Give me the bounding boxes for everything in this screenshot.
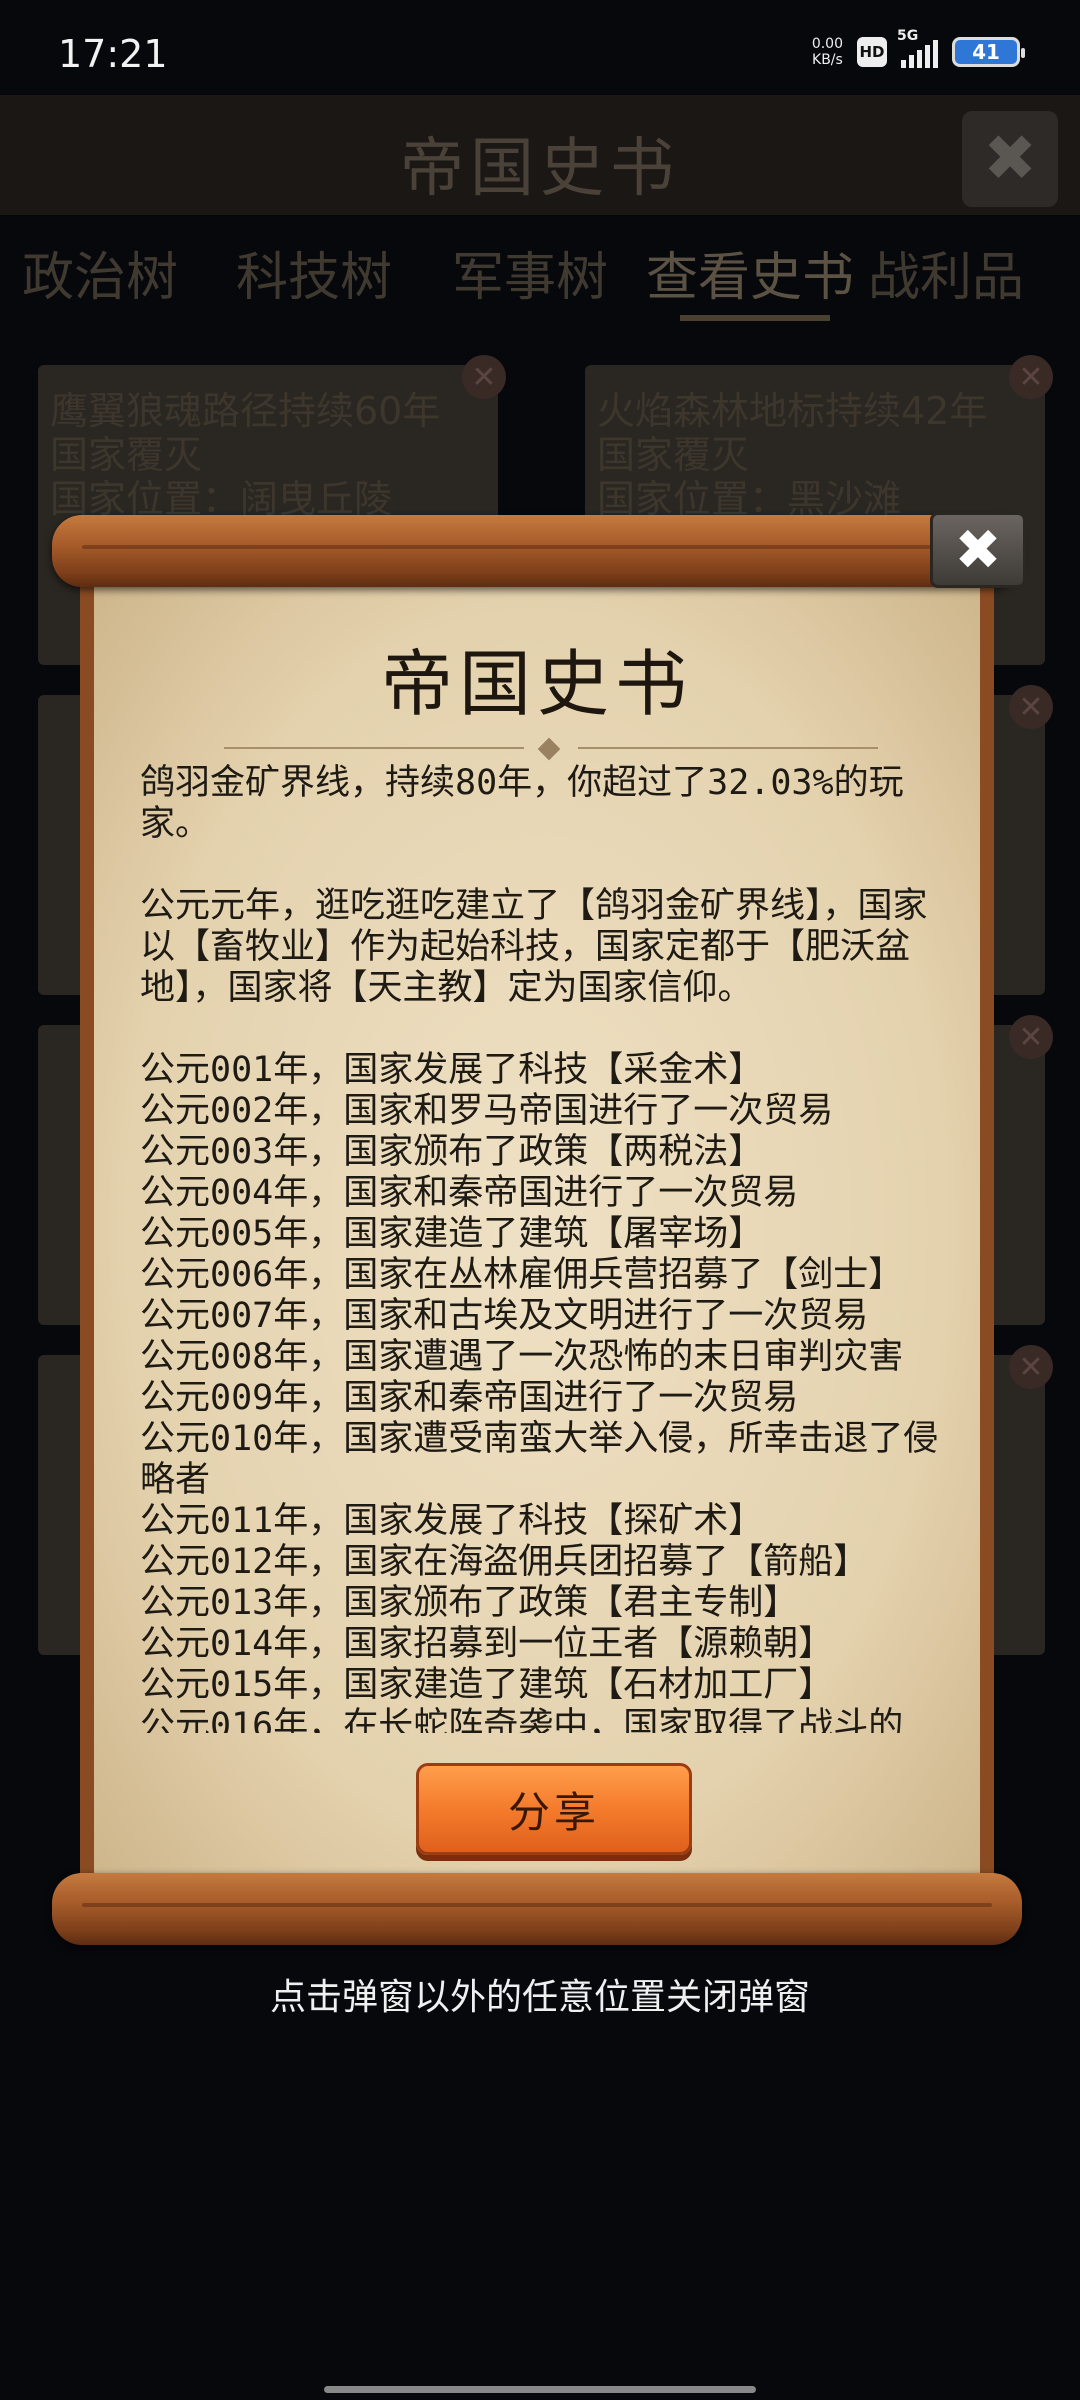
- history-scroll-modal: 帝国史书 鸽羽金矿界线，持续80年，你超过了32.03%的玩家。 公元元年，逛吃…: [52, 515, 1022, 1945]
- status-icons: 0.00 KB/s HD 5G 41: [812, 28, 1025, 68]
- scroll-rod-top: [52, 515, 1022, 587]
- status-bar: 17:21 0.00 KB/s HD 5G 41: [0, 0, 1080, 110]
- card-status: 国家覆灭: [50, 433, 203, 477]
- tab-politics: 政治树: [22, 248, 179, 308]
- history-event: 公元009年，国家和秦帝国进行了一次贸易: [140, 1378, 799, 1418]
- dismiss-hint: 点击弹窗以外的任意位置关闭弹窗: [269, 1977, 810, 2018]
- background-title: 帝国史书: [400, 132, 680, 206]
- history-event: 公元010年，国家遭受南蛮大举入侵，所幸击退了侵略者: [140, 1419, 939, 1500]
- history-event: 公元003年，国家颁布了政策【两税法】: [140, 1132, 764, 1172]
- history-event: 公元011年，国家发展了科技【探矿术】: [140, 1501, 764, 1541]
- tab-technology: 科技树: [236, 248, 393, 308]
- title-divider: [224, 737, 878, 761]
- signal-icon: 5G: [897, 28, 938, 68]
- card-delete-icon: ✕: [462, 355, 506, 399]
- card-title: 火焰森林地标持续42年: [597, 389, 988, 433]
- battery-icon: 41: [952, 37, 1025, 67]
- share-button[interactable]: 分享: [416, 1763, 692, 1855]
- network-type: 5G: [897, 28, 919, 44]
- background-tab-bar: 政治树 科技树 军事树 查看史书 战利品: [0, 235, 1080, 325]
- history-event: 公元012年，国家在海盗佣兵团招募了【箭船】: [140, 1542, 869, 1582]
- history-event: 公元005年，国家建造了建筑【屠宰场】: [140, 1214, 764, 1254]
- history-event: 公元007年，国家和古埃及文明进行了一次贸易: [140, 1296, 869, 1336]
- network-speed-value: 0.00: [811, 36, 843, 52]
- history-event: 公元002年，国家和罗马帝国进行了一次贸易: [140, 1091, 834, 1131]
- history-text[interactable]: 鸽羽金矿界线，持续80年，你超过了32.03%的玩家。 公元元年，逛吃逛吃建立了…: [140, 763, 962, 1733]
- network-speed: 0.00 KB/s: [812, 36, 843, 68]
- hd-icon: HD: [857, 37, 887, 67]
- history-event: 公元006年，国家在丛林雇佣兵营招募了【剑士】: [140, 1255, 904, 1295]
- modal-title: 帝国史书: [380, 642, 693, 726]
- history-intro: 公元元年，逛吃逛吃建立了【鸽羽金矿界线】，国家以【畜牧业】作为起始科技，国家定都…: [140, 886, 928, 1008]
- tab-spoils: 战利品: [868, 248, 1025, 308]
- history-event: 公元001年，国家发展了科技【采金术】: [140, 1050, 764, 1090]
- card-status: 国家覆灭: [597, 433, 750, 477]
- close-icon[interactable]: ✖: [930, 512, 1026, 588]
- history-event: 公元004年，国家和秦帝国进行了一次贸易: [140, 1173, 799, 1213]
- background-close-icon: ✖: [962, 111, 1058, 207]
- history-event: 公元013年，国家颁布了政策【君主专制】: [140, 1583, 799, 1623]
- status-time: 17:21: [58, 32, 168, 76]
- card-title: 鹰翼狼魂路径持续60年: [50, 389, 441, 433]
- network-speed-unit: KB/s: [812, 52, 843, 68]
- history-summary: 鸽羽金矿界线，持续80年，你超过了32.03%的玩家。: [140, 763, 904, 844]
- history-event: 公元016年，在长蛇阵奇袭中，国家取得了战斗的: [140, 1706, 904, 1733]
- home-indicator[interactable]: [324, 2386, 756, 2393]
- history-event: 公元008年，国家遭遇了一次恐怖的末日审判灾害: [140, 1337, 904, 1377]
- tab-military: 军事树: [452, 248, 609, 308]
- active-tab-indicator: [680, 315, 830, 321]
- card-delete-icon: ✕: [1009, 355, 1053, 399]
- scroll-paper: 帝国史书 鸽羽金矿界线，持续80年，你超过了32.03%的玩家。 公元元年，逛吃…: [80, 563, 994, 1893]
- history-event: 公元015年，国家建造了建筑【石材加工厂】: [140, 1665, 834, 1705]
- tab-history: 查看史书: [646, 248, 855, 308]
- background-header: 帝国史书 ✖: [0, 95, 1080, 215]
- scroll-rod-bottom: [52, 1873, 1022, 1945]
- history-event: 公元014年，国家招募到一位王者【源赖朝】: [140, 1624, 834, 1664]
- battery-level: 41: [972, 40, 1000, 64]
